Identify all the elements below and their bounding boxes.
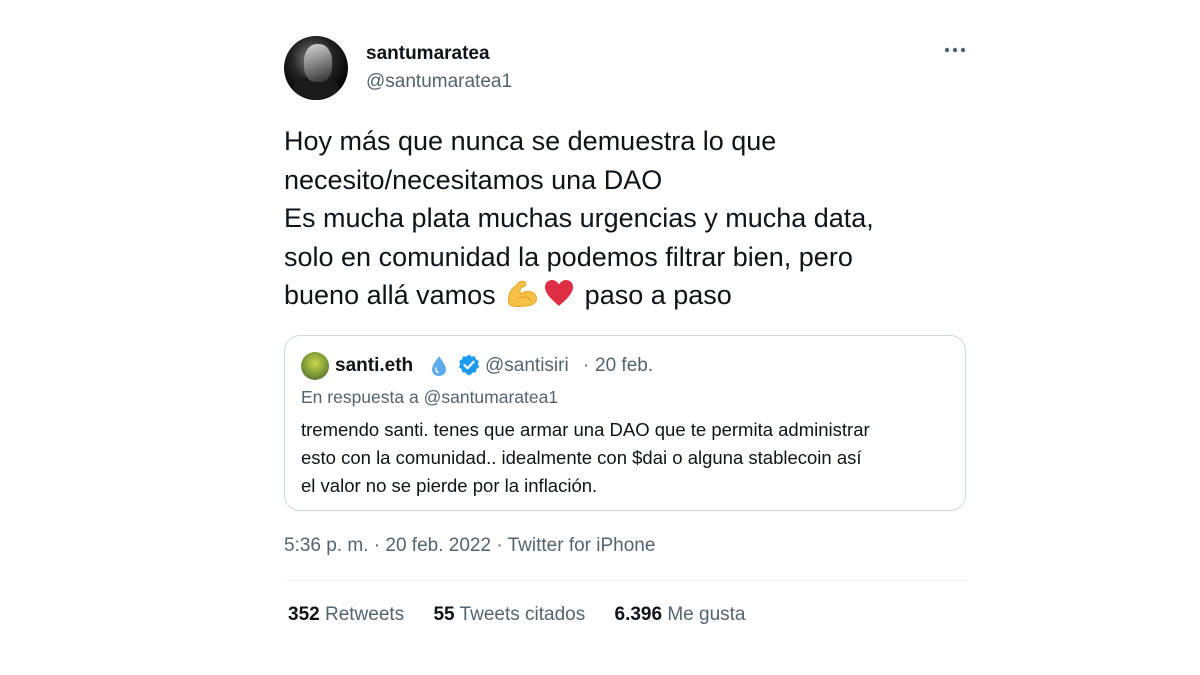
tweet-text-line: Es mucha plata muchas urgencias y mucha … — [284, 203, 874, 233]
author-handle[interactable]: @santumaratea1 — [366, 71, 512, 93]
quoted-tweet-card[interactable]: santi.eth @santisiri · 20 feb. En respue… — [284, 334, 966, 511]
droplet-icon — [429, 354, 449, 383]
tweet-text-fragment: paso a paso — [584, 280, 732, 310]
likes-stat[interactable]: 6.396 Me gusta — [615, 604, 746, 626]
meta-separator: · — [491, 534, 508, 556]
quoted-separator: · — [583, 354, 590, 376]
tweet-stats: 352 Retweets 55 Tweets citados 6.396 Me … — [284, 604, 970, 630]
quoted-text-line: esto con la comunidad.. idealmente con $… — [301, 446, 862, 468]
tweet-header: santumaratea @santumaratea1 — [284, 34, 970, 100]
reply-prefix: En respuesta a — [301, 386, 419, 407]
quoted-handle: @santisiri — [485, 354, 569, 376]
retweets-label: Retweets — [324, 603, 405, 625]
quoted-reply-context: En respuesta a @santumaratea1 — [301, 387, 558, 408]
reply-mention[interactable]: @santumaratea1 — [424, 387, 559, 407]
quotes-label: Tweets citados — [459, 603, 586, 625]
tweet-text-line: solo en comunidad la podemos filtrar bie… — [284, 241, 853, 272]
tweet-text-line: Hoy más que nunca se demuestra lo que — [284, 126, 777, 156]
tweet: santumaratea @santumaratea1 Hoy más que … — [284, 34, 970, 630]
tweet-source[interactable]: Twitter for iPhone — [508, 535, 656, 556]
quotes-count: 55 — [433, 603, 455, 625]
quoted-text-line: el valor no se pierde por la inflación. — [301, 474, 598, 496]
quoted-date: 20 feb. — [595, 354, 654, 376]
author-display-name[interactable]: santumaratea — [366, 43, 490, 65]
divider — [284, 579, 968, 581]
more-horizontal-icon[interactable] — [940, 40, 970, 60]
quoted-display-name: santi.eth — [335, 354, 414, 376]
quotes-stat[interactable]: 55 Tweets citados — [433, 604, 585, 626]
retweets-count: 352 — [288, 603, 320, 625]
tweet-text-line: necesito/necesitamos una DAO — [284, 164, 663, 195]
likes-count: 6.396 — [614, 603, 663, 625]
verified-badge-icon — [457, 353, 481, 382]
tweet-text-fragment: bueno allá vamos — [284, 280, 496, 310]
tweet-text-line-last: bueno allá vamos paso a paso — [284, 276, 970, 319]
meta-separator: · — [368, 534, 386, 556]
quoted-text-line: tremendo santi. tenes que armar una DAO … — [301, 418, 870, 440]
retweets-stat[interactable]: 352 Retweets — [288, 604, 404, 626]
red-heart-icon — [543, 278, 575, 319]
author-avatar[interactable] — [284, 36, 348, 100]
flexed-biceps-icon — [505, 278, 539, 319]
tweet-time[interactable]: 5:36 p. m. — [284, 535, 369, 556]
tweet-meta: 5:36 p. m. · 20 feb. 2022 · Twitter for … — [284, 535, 970, 559]
tweet-text: Hoy más que nunca se demuestra lo que ne… — [284, 122, 970, 319]
quoted-text: tremendo santi. tenes que armar una DAO … — [301, 416, 953, 500]
quoted-author-avatar — [301, 351, 329, 380]
likes-label: Me gusta — [667, 603, 746, 625]
tweet-date[interactable]: 20 feb. 2022 — [385, 535, 491, 556]
